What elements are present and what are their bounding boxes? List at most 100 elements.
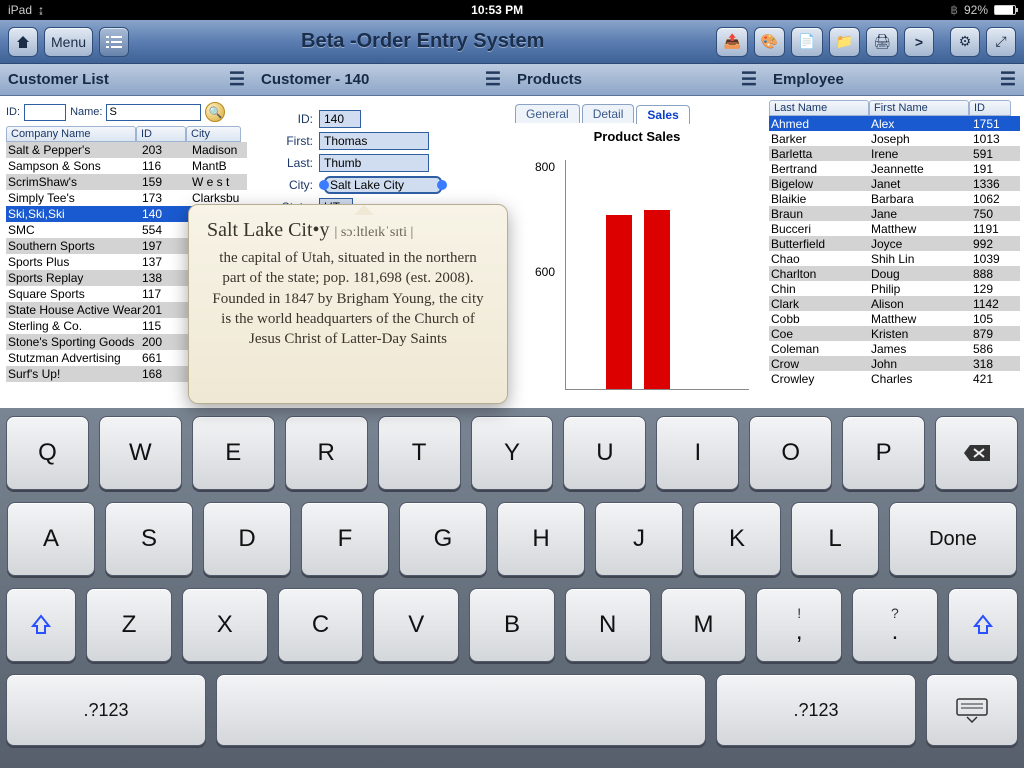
key-m[interactable]: M [661,588,747,662]
tab-detail[interactable]: Detail [582,104,635,123]
collapse-button[interactable]: ⤢ [986,27,1016,57]
on-screen-keyboard: QWERTYUIOP ASDFGHJKLDone ZXCVBNM!,?. .?1… [0,408,1024,768]
doc-button[interactable]: 📄 [791,27,822,57]
paint-button[interactable]: 🎨 [754,27,785,57]
key-o[interactable]: O [749,416,832,490]
table-row[interactable]: CharltonDoug888 [769,266,1020,281]
col-id[interactable]: ID [136,126,186,142]
city-input[interactable] [324,176,442,194]
table-row[interactable]: Salt & Pepper's203Madison [6,142,247,158]
key-n[interactable]: N [565,588,651,662]
key-y[interactable]: Y [471,416,554,490]
home-button[interactable] [8,27,38,57]
key-period[interactable]: ?. [852,588,938,662]
key-j[interactable]: J [595,502,683,576]
customer-list-title: Customer List [8,71,109,88]
id-input[interactable] [319,110,361,128]
key-w[interactable]: W [99,416,182,490]
key-f[interactable]: F [301,502,389,576]
key-s[interactable]: S [105,502,193,576]
key-comma[interactable]: !, [756,588,842,662]
col-last[interactable]: Last Name [769,100,869,116]
id-filter-input[interactable] [24,104,66,121]
table-row[interactable]: BucceriMatthew1191 [769,221,1020,236]
key-hide-keyboard[interactable] [926,674,1018,746]
hamburger-icon[interactable]: ☰ [229,69,245,90]
key-numsym[interactable]: .?123 [716,674,916,746]
key-c[interactable]: C [278,588,364,662]
customer-detail-header: Customer - 140 ☰ [253,64,509,96]
table-row[interactable]: CobbMatthew105 [769,311,1020,326]
col-city[interactable]: City [186,126,241,142]
col-empid[interactable]: ID [969,100,1011,116]
key-g[interactable]: G [399,502,487,576]
table-row[interactable]: BarlettaIrene591 [769,146,1020,161]
key-shift[interactable] [6,588,76,662]
table-row[interactable]: BlaikieBarbara1062 [769,191,1020,206]
table-row[interactable]: ColemanJames586 [769,341,1020,356]
key-done[interactable]: Done [889,502,1017,576]
table-row[interactable]: CrowJohn318 [769,356,1020,371]
last-input[interactable] [319,154,429,172]
key-a[interactable]: A [7,502,95,576]
table-row[interactable]: BraunJane750 [769,206,1020,221]
table-row[interactable]: BarkerJoseph1013 [769,131,1020,146]
status-time: 10:53 PM [44,3,950,17]
table-row[interactable]: CoeKristen879 [769,326,1020,341]
table-row[interactable]: ButterfieldJoyce992 [769,236,1020,251]
table-row[interactable]: AhmedAlex1751 [769,116,1020,131]
hamburger-icon[interactable]: ☰ [1000,69,1016,90]
key-i[interactable]: I [656,416,739,490]
key-u[interactable]: U [563,416,646,490]
main-panels: Customer List ☰ ID: Name: 🔍 Company Name… [0,64,1024,408]
table-row[interactable]: ChinPhilip129 [769,281,1020,296]
key-space[interactable] [216,674,706,746]
table-row[interactable]: ScrimShaw's159W e s t [6,174,247,190]
app-toolbar: Menu Beta -Order Entry System 📤 🎨 📄 📁 🖨 … [0,20,1024,64]
hamburger-icon[interactable]: ☰ [741,69,757,90]
key-z[interactable]: Z [86,588,172,662]
key-p[interactable]: P [842,416,925,490]
id-filter-label: ID: [6,106,20,118]
search-icon[interactable]: 🔍 [205,102,225,122]
table-row[interactable]: Sampson & Sons116MantB [6,158,247,174]
key-r[interactable]: R [285,416,368,490]
key-b[interactable]: B [469,588,555,662]
key-t[interactable]: T [378,416,461,490]
key-numsym[interactable]: .?123 [6,674,206,746]
table-row[interactable]: BertrandJeannette191 [769,161,1020,176]
export-button[interactable]: 📤 [716,27,747,57]
menu-button[interactable]: Menu [44,27,93,57]
selection-handle-icon[interactable] [437,180,447,190]
folder-button[interactable]: 📁 [829,27,860,57]
table-row[interactable]: CrowleyCharles421 [769,371,1020,386]
key-v[interactable]: V [373,588,459,662]
employee-panel: Employee ☰ Last Name First Name ID Ahmed… [765,64,1024,408]
col-first[interactable]: First Name [869,100,969,116]
name-filter-input[interactable] [106,104,201,121]
table-row[interactable]: ClarkAlison1142 [769,296,1020,311]
tab-sales[interactable]: Sales [636,105,689,124]
selection-handle-icon[interactable] [319,180,329,190]
hamburger-icon[interactable]: ☰ [485,69,501,90]
key-k[interactable]: K [693,502,781,576]
settings-button[interactable]: ⚙ [950,27,980,57]
table-row[interactable]: ChaoShih Lin1039 [769,251,1020,266]
first-input[interactable] [319,132,429,150]
key-x[interactable]: X [182,588,268,662]
table-row[interactable]: BigelowJanet1336 [769,176,1020,191]
key-shift[interactable] [948,588,1018,662]
tab-general[interactable]: General [515,104,580,123]
col-company[interactable]: Company Name [6,126,136,142]
key-q[interactable]: Q [6,416,89,490]
id-label: ID: [273,112,313,126]
key-e[interactable]: E [192,416,275,490]
list-view-button[interactable] [99,27,129,57]
key-backspace[interactable] [935,416,1018,490]
battery-icon [994,5,1016,15]
print-button[interactable]: 🖨 [866,27,898,57]
key-h[interactable]: H [497,502,585,576]
forward-button[interactable]: > [904,27,934,57]
key-d[interactable]: D [203,502,291,576]
key-l[interactable]: L [791,502,879,576]
